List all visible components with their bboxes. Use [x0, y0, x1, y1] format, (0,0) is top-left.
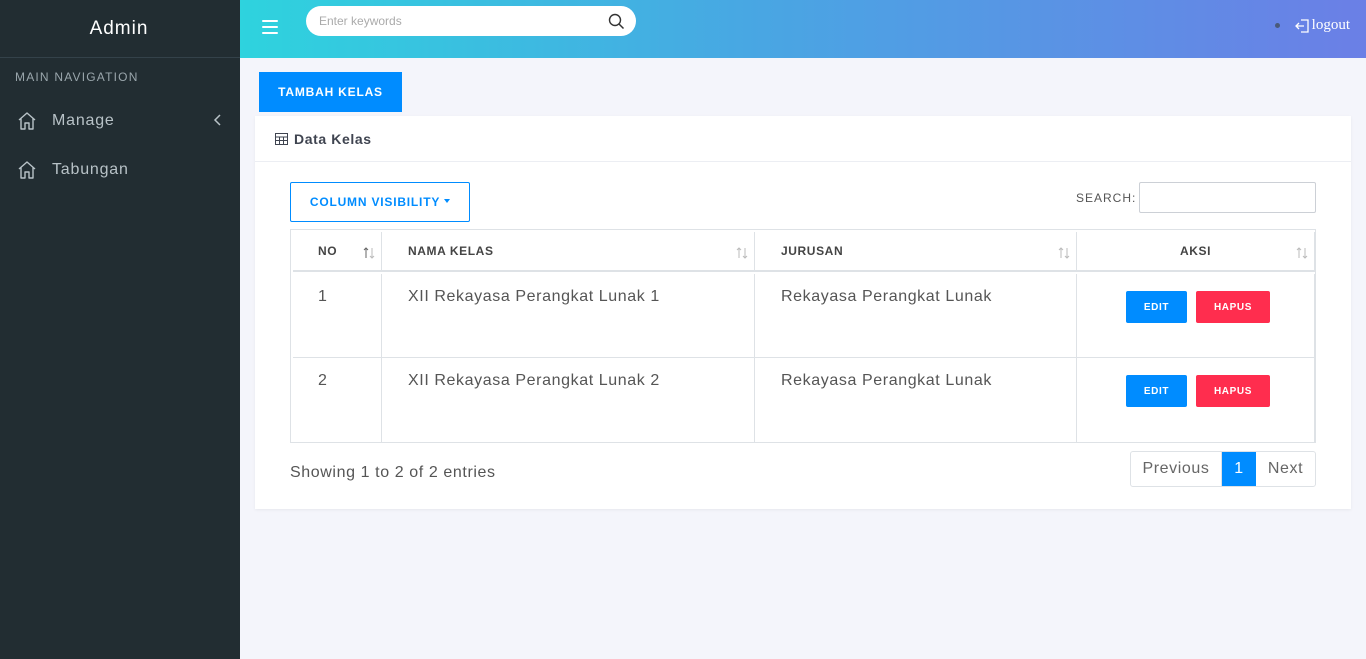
table-cell-jurusan: Rekayasa Perangkat Lunak	[755, 274, 1077, 358]
data-kelas-card: Data Kelas COLUMN VISIBILITY SEARCH: NO …	[255, 116, 1351, 509]
sidebar: Admin MAIN NAVIGATION Manage Tabungan	[0, 0, 240, 659]
topbar-right: logout	[1274, 17, 1350, 34]
table-cell-no: 2	[293, 358, 382, 442]
column-header-aksi[interactable]: AKSI	[1077, 232, 1315, 272]
add-class-button[interactable]: TAMBAH KELAS	[259, 72, 402, 112]
sort-icon	[736, 247, 748, 259]
pagination-page-1[interactable]: 1	[1222, 452, 1256, 486]
sort-icon	[1058, 247, 1070, 259]
brand-text: Admin	[89, 17, 149, 39]
brand-title[interactable]: Admin	[0, 0, 240, 58]
sort-icon	[1296, 247, 1308, 259]
pagination-previous[interactable]: Previous	[1131, 452, 1222, 486]
column-visibility-label: COLUMN VISIBILITY	[309, 195, 441, 209]
sidebar-item-label: Tabungan	[52, 160, 129, 178]
card-title: Data Kelas	[294, 130, 372, 147]
card-header: Data Kelas	[255, 116, 1351, 162]
table-search-label: SEARCH:	[1076, 191, 1137, 205]
delete-button[interactable]: HAPUS	[1196, 291, 1270, 323]
pagination-next[interactable]: Next	[1256, 452, 1315, 486]
logout-link[interactable]: logout	[1294, 17, 1350, 34]
delete-button[interactable]: HAPUS	[1196, 375, 1270, 407]
hamburger-menu-icon[interactable]	[262, 20, 278, 34]
column-header-label: AKSI	[1179, 244, 1212, 258]
home-icon	[17, 160, 37, 180]
column-header-no[interactable]: NO	[293, 232, 382, 272]
table-search-input[interactable]	[1139, 182, 1316, 213]
edit-button[interactable]: EDIT	[1126, 375, 1187, 407]
table-cell-nama-kelas: XII Rekayasa Perangkat Lunak 2	[382, 358, 755, 442]
sidebar-item-tabungan[interactable]: Tabungan	[0, 145, 240, 194]
sort-icon	[363, 247, 375, 259]
nav-header: MAIN NAVIGATION	[15, 70, 139, 84]
status-dot	[1274, 23, 1280, 28]
data-table: NO NAMA KELAS JURUSAN AKSI 1 XII Rekayas…	[290, 229, 1316, 443]
edit-button[interactable]: EDIT	[1126, 291, 1187, 323]
chevron-left-icon	[212, 112, 224, 128]
logout-icon	[1294, 18, 1309, 33]
pagination: Previous 1 Next	[1130, 451, 1316, 487]
table-cell-no: 1	[293, 274, 382, 358]
table-info: Showing 1 to 2 of 2 entries	[290, 464, 496, 481]
table-cell-aksi: EDIT HAPUS	[1077, 274, 1315, 358]
column-visibility-button[interactable]: COLUMN VISIBILITY	[290, 182, 470, 222]
column-header-label: NAMA KELAS	[408, 244, 494, 258]
sidebar-item-manage[interactable]: Manage	[0, 96, 240, 145]
column-header-label: NO	[318, 244, 338, 258]
table-cell-jurusan: Rekayasa Perangkat Lunak	[755, 358, 1077, 442]
search-icon[interactable]	[608, 13, 625, 30]
table-icon	[275, 132, 288, 145]
home-icon	[17, 111, 37, 131]
table-cell-aksi: EDIT HAPUS	[1077, 358, 1315, 442]
table-cell-nama-kelas: XII Rekayasa Perangkat Lunak 1	[382, 274, 755, 358]
column-header-jurusan[interactable]: JURUSAN	[755, 232, 1077, 272]
column-header-nama-kelas[interactable]: NAMA KELAS	[382, 232, 755, 272]
caret-down-icon	[444, 199, 451, 203]
topbar: logout	[240, 0, 1366, 58]
keyword-search-input[interactable]	[306, 6, 596, 36]
top-search	[306, 6, 636, 36]
column-header-label: JURUSAN	[781, 244, 844, 258]
sidebar-item-label: Manage	[52, 111, 115, 129]
logout-label: logout	[1311, 17, 1350, 33]
